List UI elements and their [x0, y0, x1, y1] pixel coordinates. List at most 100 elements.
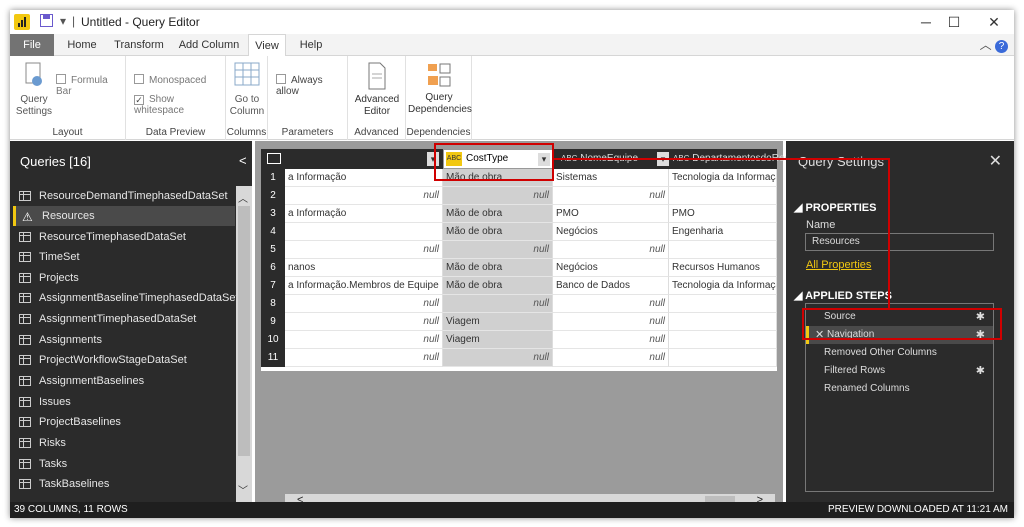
go-to-column-button[interactable]: Go to Column — [228, 62, 266, 118]
tab-transform[interactable]: Transform — [112, 34, 166, 56]
query-item[interactable]: AssignmentBaselineTimephasedDataSet — [13, 288, 239, 308]
table-cell[interactable]: Mão de obra — [443, 277, 553, 295]
step-removed-other-columns[interactable]: Removed Other Columns — [806, 344, 993, 362]
tab-home[interactable]: Home — [62, 34, 102, 56]
table-cell[interactable]: null — [285, 331, 443, 349]
row-number[interactable]: 5 — [261, 241, 285, 259]
query-item[interactable]: TimeSet — [13, 247, 235, 267]
query-item[interactable]: ResourceDemandTimephasedDataSet — [13, 186, 235, 206]
table-cell[interactable]: a Informação — [285, 205, 443, 223]
gear-icon[interactable]: ✱ — [976, 362, 985, 380]
tab-add-column[interactable]: Add Column — [176, 34, 242, 56]
scroll-up-icon[interactable]: ︿ — [238, 190, 248, 205]
table-cell[interactable]: null — [443, 295, 553, 313]
table-cell[interactable]: a Informação.Membros de Equipe — [285, 277, 443, 295]
table-cell[interactable]: null — [443, 349, 553, 367]
save-icon[interactable] — [40, 14, 53, 30]
table-cell[interactable]: null — [443, 187, 553, 205]
query-item[interactable]: TaskBaselines — [13, 474, 235, 494]
all-properties-link[interactable]: All Properties — [806, 259, 871, 271]
formula-bar-checkbox[interactable]: Formula Bar — [56, 74, 125, 97]
query-item[interactable]: Assignments — [13, 330, 235, 350]
query-item[interactable]: ResourceTimephasedDataSet — [13, 227, 235, 247]
table-cell[interactable]: null — [285, 313, 443, 331]
scroll-down-icon[interactable]: ﹀ — [238, 482, 248, 497]
table-cell[interactable]: null — [553, 331, 669, 349]
row-number[interactable]: 2 — [261, 187, 285, 205]
query-settings-button[interactable]: Query Settings — [14, 62, 54, 118]
row-number[interactable]: 4 — [261, 223, 285, 241]
collapse-queries-icon[interactable]: < — [239, 153, 247, 168]
table-cell[interactable]: PMO — [553, 205, 669, 223]
table-cell[interactable]: Mão de obra — [443, 259, 553, 277]
tab-help[interactable]: Help — [294, 34, 328, 56]
table-cell[interactable] — [669, 349, 777, 367]
table-cell[interactable]: PMO — [669, 205, 777, 223]
table-cell[interactable]: null — [553, 295, 669, 313]
table-cell[interactable] — [669, 295, 777, 313]
applied-steps-heading[interactable]: ◢ APPLIED STEPS — [794, 289, 892, 302]
scrollbar-thumb[interactable] — [238, 206, 250, 456]
table-cell[interactable]: null — [553, 187, 669, 205]
row-number[interactable]: 1 — [261, 169, 285, 187]
table-cell[interactable]: a Informação — [285, 169, 443, 187]
table-cell[interactable] — [669, 241, 777, 259]
table-cell[interactable]: Mão de obra — [443, 223, 553, 241]
row-number[interactable]: 7 — [261, 277, 285, 295]
row-number[interactable]: 10 — [261, 331, 285, 349]
table-cell[interactable]: Recursos Humanos — [669, 259, 777, 277]
queries-scrollbar[interactable]: ︿ ﹀ — [236, 186, 252, 502]
table-cell[interactable]: null — [553, 349, 669, 367]
query-item[interactable]: Risks — [13, 433, 235, 453]
table-cell[interactable]: Sistemas — [553, 169, 669, 187]
table-cell[interactable]: Tecnologia da Informação — [669, 169, 777, 187]
query-item-resources[interactable]: ⚠ Resources — [13, 206, 235, 226]
row-number[interactable]: 6 — [261, 259, 285, 277]
table-cell[interactable] — [285, 223, 443, 241]
query-item[interactable]: ProjectWorkflowStageDataSet — [13, 350, 235, 370]
row-number[interactable]: 8 — [261, 295, 285, 313]
table-cell[interactable] — [669, 331, 777, 349]
table-cell[interactable]: null — [553, 313, 669, 331]
table-cell[interactable]: Engenharia — [669, 223, 777, 241]
table-cell[interactable]: Viagem — [443, 313, 553, 331]
monospaced-checkbox[interactable]: Monospaced — [134, 74, 206, 86]
query-item[interactable]: Issues — [13, 392, 235, 412]
query-item[interactable]: Tasks — [13, 454, 235, 474]
table-cell[interactable]: nanos — [285, 259, 443, 277]
advanced-editor-button[interactable]: Advanced Editor — [350, 62, 404, 118]
table-cell[interactable]: null — [285, 187, 443, 205]
table-menu-icon[interactable] — [267, 153, 281, 164]
close-window-button[interactable]: ✕ — [974, 12, 1014, 32]
table-cell[interactable]: null — [553, 241, 669, 259]
table-cell[interactable]: Negócios — [553, 259, 669, 277]
table-cell[interactable]: Banco de Dados — [553, 277, 669, 295]
table-cell[interactable]: null — [285, 295, 443, 313]
query-item[interactable]: AssignmentTimephasedDataSet — [13, 309, 235, 329]
table-cell[interactable] — [669, 187, 777, 205]
query-item[interactable]: AssignmentBaselines — [13, 371, 235, 391]
query-item[interactable]: Projects — [13, 268, 235, 288]
table-cell[interactable]: null — [285, 349, 443, 367]
close-settings-button[interactable]: ✕ — [989, 151, 1002, 171]
maximize-button[interactable]: ☐ — [934, 12, 974, 32]
row-number[interactable]: 11 — [261, 349, 285, 367]
query-item[interactable]: ProjectBaselines — [13, 412, 235, 432]
query-dependencies-button[interactable]: Query Dependencies — [408, 62, 472, 116]
quick-access-dropdown-icon[interactable]: ▾ — [60, 14, 66, 28]
step-renamed-columns[interactable]: Renamed Columns — [806, 380, 993, 398]
table-cell[interactable]: null — [443, 241, 553, 259]
tab-view[interactable]: View — [248, 34, 286, 57]
always-allow-checkbox[interactable]: Always allow — [276, 74, 347, 97]
table-cell[interactable]: Viagem — [443, 331, 553, 349]
row-number[interactable]: 3 — [261, 205, 285, 223]
query-name-input[interactable]: Resources — [805, 233, 994, 251]
step-filtered-rows[interactable]: Filtered Rows ✱ — [806, 362, 993, 380]
show-whitespace-checkbox[interactable]: ✓ Show whitespace — [134, 94, 225, 116]
row-number[interactable]: 9 — [261, 313, 285, 331]
tab-file[interactable]: File — [10, 34, 54, 56]
table-cell[interactable]: null — [285, 241, 443, 259]
table-cell[interactable]: Mão de obra — [443, 205, 553, 223]
table-cell[interactable]: Negócios — [553, 223, 669, 241]
collapse-ribbon-icon[interactable]: ︿ ? — [980, 36, 1008, 53]
